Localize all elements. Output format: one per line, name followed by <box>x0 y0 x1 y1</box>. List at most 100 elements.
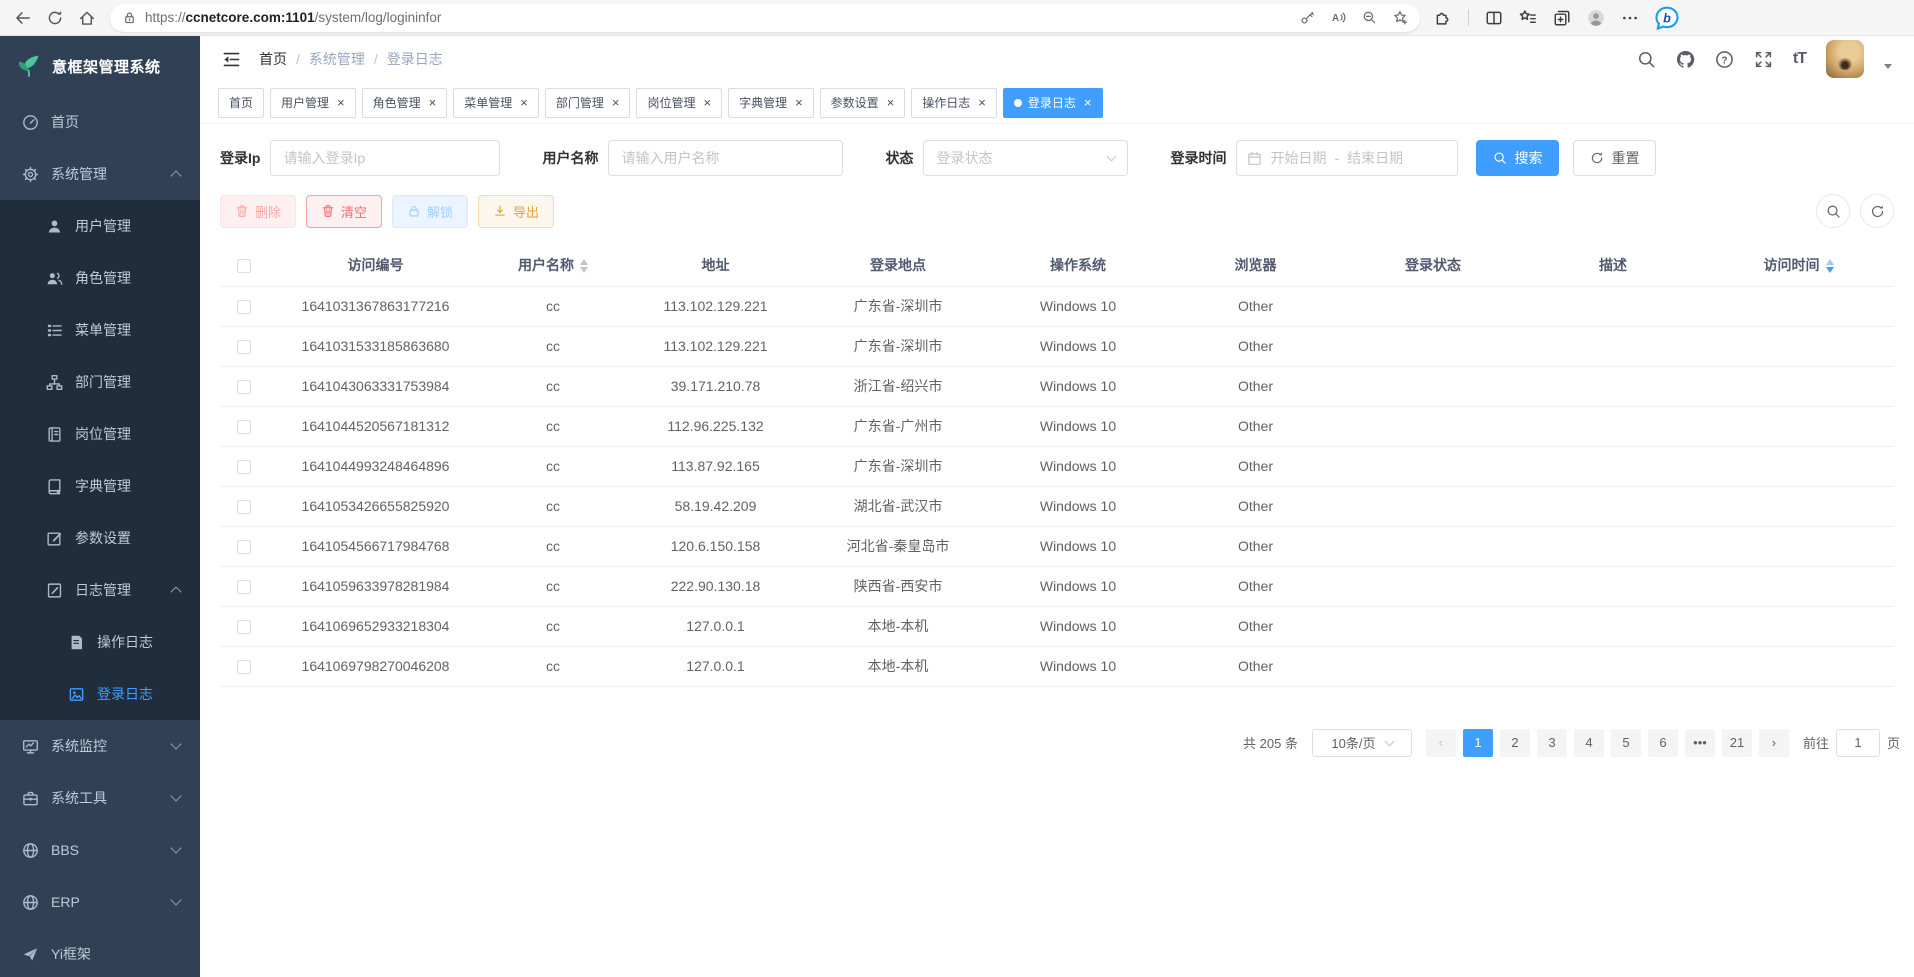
help-icon[interactable] <box>1715 50 1734 69</box>
reload-icon[interactable] <box>46 9 64 27</box>
page-button[interactable]: 3 <box>1537 729 1567 757</box>
row-checkbox[interactable] <box>237 380 251 394</box>
export-button[interactable]: 导出 <box>478 195 554 228</box>
favorites-bar-icon[interactable] <box>1519 9 1537 27</box>
tab-close-icon[interactable]: × <box>887 96 895 109</box>
sidebar-menu-item[interactable]: 用户管理 <box>0 200 200 252</box>
tab-close-icon[interactable]: × <box>978 96 986 109</box>
delete-button[interactable]: 删除 <box>220 195 296 228</box>
tab-close-icon[interactable]: × <box>612 96 620 109</box>
sidebar-menu-item[interactable]: 部门管理 <box>0 356 200 408</box>
split-screen-icon[interactable] <box>1485 9 1503 27</box>
sidebar-menu-item[interactable]: 角色管理 <box>0 252 200 304</box>
sidebar-menu-item[interactable]: 字典管理 <box>0 460 200 512</box>
fullscreen-icon[interactable] <box>1754 50 1773 69</box>
column-header-time[interactable]: 访问时间 <box>1703 244 1894 286</box>
toggle-search-button[interactable] <box>1816 194 1850 228</box>
sidebar-menu-item[interactable]: 操作日志 <box>0 616 200 668</box>
back-icon[interactable] <box>14 9 32 27</box>
bing-chat-icon[interactable] <box>1655 6 1679 30</box>
sidebar-menu-item[interactable]: 系统工具 <box>0 772 200 824</box>
row-checkbox[interactable] <box>237 300 251 314</box>
status-select[interactable]: 登录状态 <box>923 140 1128 176</box>
tab[interactable]: 首页 <box>218 88 264 118</box>
tab[interactable]: 登录日志 × <box>1003 88 1103 118</box>
user-avatar[interactable] <box>1826 40 1864 78</box>
tab-close-icon[interactable]: × <box>703 96 711 109</box>
row-checkbox[interactable] <box>237 660 251 674</box>
sidebar-menu-item[interactable]: 系统管理 <box>0 148 200 200</box>
tab[interactable]: 参数设置 × <box>820 88 906 118</box>
tab-close-icon[interactable]: × <box>795 96 803 109</box>
unlock-button[interactable]: 解锁 <box>392 195 468 228</box>
tab[interactable]: 字典管理 × <box>728 88 814 118</box>
tab[interactable]: 用户管理 × <box>270 88 356 118</box>
date-range-picker[interactable]: 开始日期 - 结束日期 <box>1236 140 1458 176</box>
sidebar-menu-item[interactable]: BBS <box>0 824 200 876</box>
ip-input[interactable] <box>270 140 500 176</box>
prev-page-button[interactable]: ‹ <box>1426 729 1456 757</box>
github-icon[interactable] <box>1676 50 1695 69</box>
clear-button[interactable]: 清空 <box>306 195 382 228</box>
breadcrumb-home[interactable]: 首页 <box>259 49 287 69</box>
sidebar-menu-item[interactable]: ERP <box>0 876 200 928</box>
page-size-select[interactable]: 10条/页 <box>1312 729 1412 757</box>
row-checkbox[interactable] <box>237 620 251 634</box>
goto-page-input[interactable] <box>1836 729 1880 757</box>
tab-close-icon[interactable]: × <box>1084 96 1092 109</box>
breadcrumb-item[interactable]: 系统管理 <box>309 49 365 69</box>
page-button[interactable]: 2 <box>1500 729 1530 757</box>
sidebar-menu-item[interactable]: 岗位管理 <box>0 408 200 460</box>
home-icon[interactable] <box>78 9 96 27</box>
extensions-icon[interactable] <box>1434 9 1452 27</box>
row-checkbox[interactable] <box>237 340 251 354</box>
collections-icon[interactable] <box>1553 9 1571 27</box>
tab[interactable]: 角色管理 × <box>362 88 448 118</box>
tab[interactable]: 操作日志 × <box>911 88 997 118</box>
font-size-icon[interactable]: tT <box>1793 50 1806 68</box>
zoom-out-icon[interactable] <box>1362 10 1377 25</box>
more-menu-icon[interactable] <box>1621 9 1639 27</box>
page-button[interactable]: ••• <box>1685 729 1715 757</box>
address-bar[interactable]: https://ccnetcore.com:1101/system/log/lo… <box>110 4 1420 32</box>
avatar-caret-icon[interactable] <box>1884 64 1892 69</box>
tab[interactable]: 菜单管理 × <box>453 88 539 118</box>
column-header-user[interactable]: 用户名称 <box>483 244 623 286</box>
sidebar-menu-item[interactable]: Yi框架 <box>0 928 200 977</box>
page-button[interactable]: 1 <box>1463 729 1493 757</box>
row-checkbox[interactable] <box>237 420 251 434</box>
sidebar-menu-item[interactable]: 日志管理 <box>0 564 200 616</box>
page-button[interactable]: 21 <box>1722 729 1752 757</box>
search-button[interactable]: 搜索 <box>1476 140 1559 176</box>
row-checkbox[interactable] <box>237 540 251 554</box>
refresh-table-button[interactable] <box>1860 194 1894 228</box>
add-favorite-icon[interactable] <box>1393 10 1408 25</box>
sidebar-menu-item[interactable]: 首页 <box>0 96 200 148</box>
sidebar-menu-item[interactable]: 参数设置 <box>0 512 200 564</box>
tab-close-icon[interactable]: × <box>337 96 345 109</box>
row-checkbox[interactable] <box>237 460 251 474</box>
read-aloud-icon[interactable] <box>1331 10 1346 25</box>
browser-profile-icon[interactable] <box>1587 9 1605 27</box>
row-checkbox[interactable] <box>237 580 251 594</box>
header-search-icon[interactable] <box>1637 50 1656 69</box>
page-button[interactable]: 4 <box>1574 729 1604 757</box>
tab-close-icon[interactable]: × <box>429 96 437 109</box>
next-page-button[interactable]: › <box>1759 729 1789 757</box>
row-checkbox[interactable] <box>237 500 251 514</box>
page-button[interactable]: 5 <box>1611 729 1641 757</box>
username-input[interactable] <box>608 140 843 176</box>
sidebar-menu-item[interactable]: 系统监控 <box>0 720 200 772</box>
lock-icon[interactable] <box>122 10 137 25</box>
tab[interactable]: 岗位管理 × <box>636 88 722 118</box>
sort-carets-icon[interactable] <box>580 259 588 273</box>
reset-button[interactable]: 重置 <box>1573 140 1656 176</box>
sort-carets-icon[interactable] <box>1826 259 1834 273</box>
sidebar-menu-item[interactable]: 登录日志 <box>0 668 200 720</box>
tab[interactable]: 部门管理 × <box>545 88 631 118</box>
sidebar-menu-item[interactable]: 菜单管理 <box>0 304 200 356</box>
page-button[interactable]: 6 <box>1648 729 1678 757</box>
collapse-sidebar-icon[interactable] <box>222 50 241 69</box>
tab-close-icon[interactable]: × <box>520 96 528 109</box>
password-key-icon[interactable] <box>1300 10 1315 25</box>
